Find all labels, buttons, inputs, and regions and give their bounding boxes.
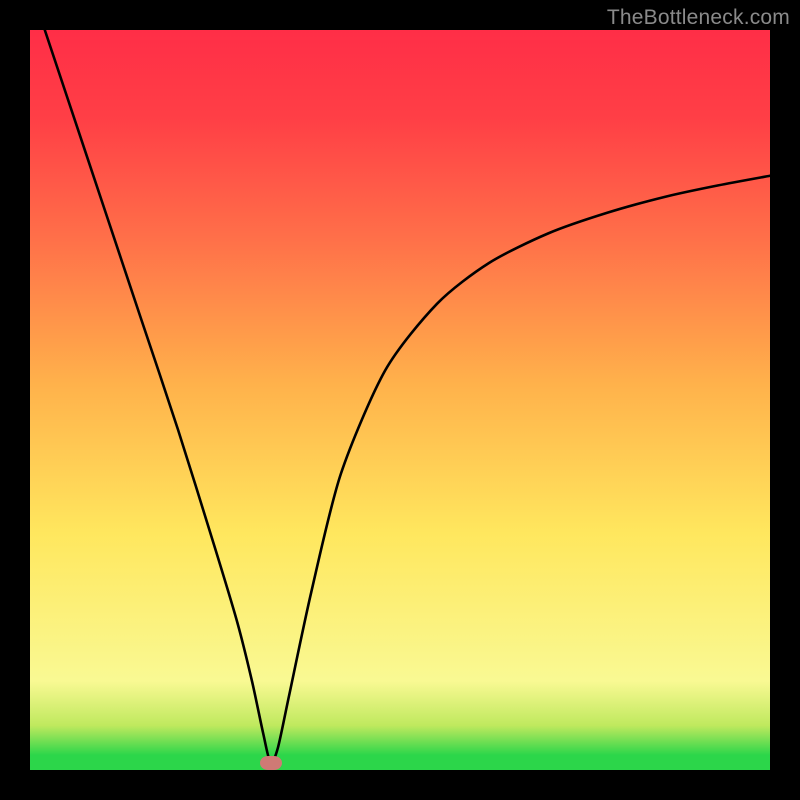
optimal-point-marker (260, 756, 282, 770)
bottleneck-curve (45, 30, 770, 763)
watermark-text: TheBottleneck.com (607, 6, 790, 30)
plot-area (30, 30, 770, 770)
chart-container: TheBottleneck.com (0, 0, 800, 800)
curve-svg (30, 30, 770, 770)
